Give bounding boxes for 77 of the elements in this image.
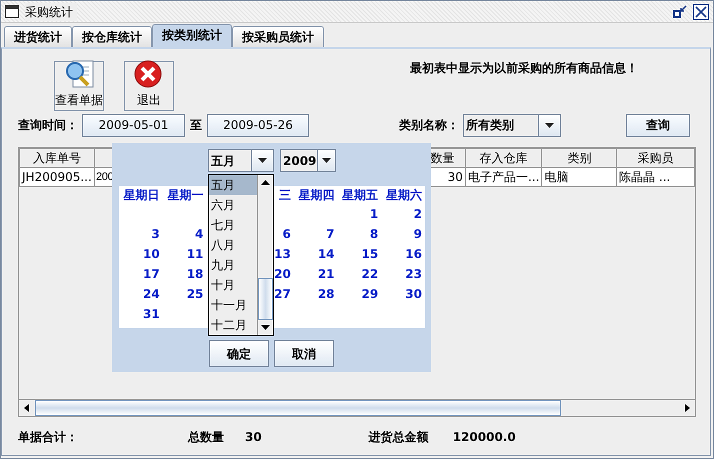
weekday-header: 星期四: [298, 187, 336, 204]
table-cell: JH200905...: [20, 168, 94, 186]
caret-icon: [322, 158, 331, 163]
notice-text: 最初表中显示为以前采购的所有商品信息！: [410, 60, 638, 77]
calendar-day[interactable]: 24: [119, 284, 163, 304]
month-option[interactable]: 九月: [209, 255, 257, 275]
calendar-day[interactable]: 16: [381, 244, 425, 264]
calendar-day[interactable]: 7: [294, 224, 338, 244]
weekday-header: 三: [278, 187, 292, 204]
window-icon: [5, 5, 19, 18]
scrollbar-thumb[interactable]: [35, 400, 561, 416]
calendar-day[interactable]: 8: [338, 224, 382, 244]
tab[interactable]: 按类别统计: [152, 24, 232, 47]
table-cell: 电脑: [542, 168, 617, 186]
tab[interactable]: 进货统计: [4, 26, 72, 47]
calendar-day[interactable]: 30: [381, 284, 425, 304]
calendar-day[interactable]: 25: [162, 284, 206, 304]
calendar-day[interactable]: 2: [381, 204, 425, 224]
close-icon[interactable]: [693, 4, 709, 20]
range-label: 至: [190, 117, 202, 134]
calendar-day[interactable]: 4: [162, 224, 206, 244]
calendar-day[interactable]: 15: [338, 244, 382, 264]
calendar-day[interactable]: 21: [294, 264, 338, 284]
tab[interactable]: 按仓库统计: [72, 26, 152, 47]
month-option[interactable]: 五月: [209, 175, 257, 195]
table-cell: 电子产品一...: [465, 168, 542, 186]
month-option[interactable]: 八月: [209, 235, 257, 255]
weekday-header: 星期一: [166, 187, 204, 204]
weekday-header: 星期五: [341, 187, 380, 204]
window-title: 采购统计: [25, 2, 77, 20]
field-label: 类别名称：: [399, 117, 459, 134]
column-header: 存入仓库: [465, 148, 542, 168]
summary-label: 单据合计：: [18, 429, 78, 446]
month-option[interactable]: 十月: [209, 275, 257, 295]
month-combobox[interactable]: 五月: [208, 149, 274, 172]
summary-value: 30: [245, 429, 262, 446]
summary-label: 总数量: [188, 429, 224, 446]
month-option[interactable]: 六月: [209, 195, 257, 215]
field-label: 查询时间：: [18, 117, 78, 134]
table-cell: 陈晶晶 ...: [616, 168, 694, 186]
weekday-header: 星期日: [122, 187, 161, 204]
caret-icon: [258, 158, 267, 163]
calendar-day[interactable]: 9: [381, 224, 425, 244]
column-header: 入库单号: [20, 148, 94, 168]
restore-icon[interactable]: [673, 4, 687, 18]
month-option[interactable]: 十一月: [209, 295, 257, 315]
date-field[interactable]: 2009-05-01: [82, 114, 185, 136]
summary-value: 120000.0: [452, 429, 516, 446]
weekday-header: 星期六: [385, 187, 423, 204]
toolbar-button[interactable]: 查看单据: [54, 61, 104, 111]
toolbar-button[interactable]: 退出: [124, 61, 174, 111]
calendar-day[interactable]: 3: [119, 224, 163, 244]
cancel-button[interactable]: 取消: [274, 340, 334, 367]
date-field[interactable]: 2009-05-26: [207, 114, 309, 136]
calendar-day[interactable]: 29: [338, 284, 382, 304]
calendar-day[interactable]: 1: [338, 204, 382, 224]
year-combobox[interactable]: 2009: [280, 149, 336, 172]
calendar-day[interactable]: 11: [162, 244, 206, 264]
scrollbar-thumb[interactable]: [258, 278, 273, 320]
calendar-day[interactable]: 31: [119, 304, 163, 324]
calendar-day[interactable]: 14: [294, 244, 338, 264]
category-combobox[interactable]: 所有类别: [463, 114, 561, 136]
calendar-day[interactable]: 10: [119, 244, 163, 264]
column-header: 类别: [542, 148, 617, 168]
month-option[interactable]: 十二月: [209, 315, 257, 335]
calendar-day[interactable]: 22: [338, 264, 382, 284]
summary-label: 进货总金额: [368, 429, 429, 446]
ok-button[interactable]: 确定: [209, 340, 269, 367]
calendar-day[interactable]: 18: [162, 264, 206, 284]
month-option[interactable]: 七月: [209, 215, 257, 235]
calendar-day[interactable]: 28: [294, 284, 338, 304]
tab[interactable]: 按采购员统计: [232, 26, 324, 47]
calendar-day[interactable]: 23: [381, 264, 425, 284]
caret-icon: [545, 122, 554, 128]
search-button[interactable]: 查询: [626, 114, 690, 136]
column-header: 采购员: [616, 148, 694, 168]
calendar-day[interactable]: 17: [119, 264, 163, 284]
